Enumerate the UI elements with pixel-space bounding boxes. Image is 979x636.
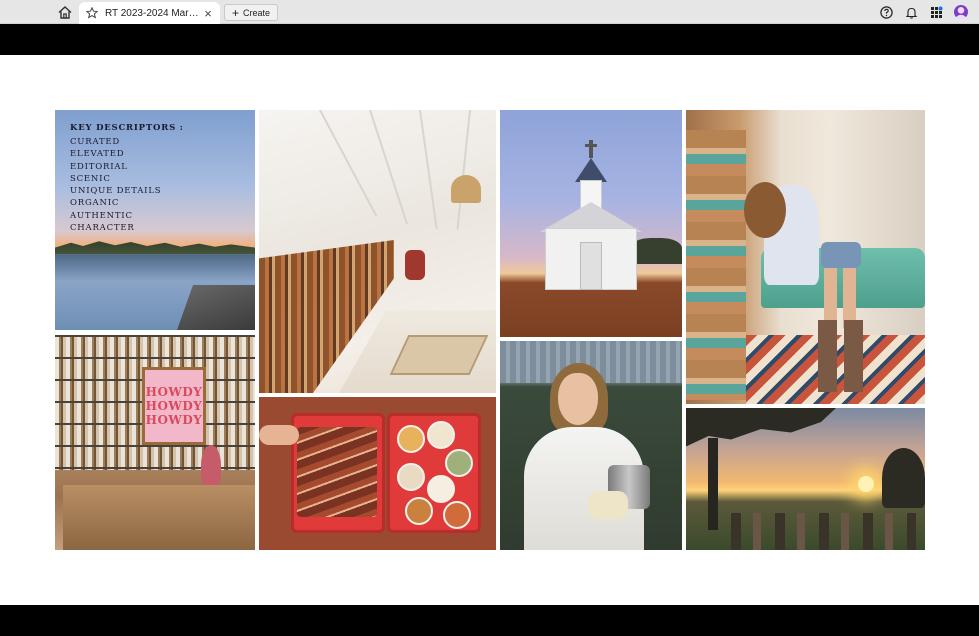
dock-shape xyxy=(177,285,255,330)
photo-boutique xyxy=(686,110,925,404)
wood-table xyxy=(63,485,255,550)
side-bowl xyxy=(405,497,433,525)
shopper-legs xyxy=(824,268,856,328)
key-descriptors: KEY DESCRIPTORS : CURATED ELEVATED EDITO… xyxy=(70,123,184,234)
shopper-hair xyxy=(744,182,786,238)
close-icon[interactable]: × xyxy=(202,7,214,20)
descriptor-item: CURATED xyxy=(70,137,121,147)
star-icon[interactable] xyxy=(85,6,99,20)
side-bowl xyxy=(427,475,455,503)
side-bowl xyxy=(445,449,473,477)
beekeeper-face xyxy=(558,373,598,425)
side-bowl xyxy=(443,501,471,529)
poster-line: HOWDY xyxy=(145,399,203,413)
ceiling-beam xyxy=(319,110,378,217)
moodboard-slide: KEY DESCRIPTORS : CURATED ELEVATED EDITO… xyxy=(0,55,979,605)
descriptor-item: UNIQUE DETAILS xyxy=(70,186,162,197)
sun-shape xyxy=(858,476,874,492)
photo-boot-attic xyxy=(259,110,496,393)
seated-guests xyxy=(731,513,916,550)
ceiling-beam xyxy=(456,110,471,230)
tab-document[interactable]: RT 2023-2024 Marketi... × xyxy=(79,2,220,24)
photo-beekeeper xyxy=(500,341,682,550)
photo-chapel xyxy=(500,110,682,337)
chapel-door xyxy=(580,242,602,290)
howdy-poster: HOWDY HOWDY HOWDY xyxy=(142,367,206,445)
pendant-lamp xyxy=(451,175,481,203)
flower-vase xyxy=(201,445,221,485)
ceiling-beam xyxy=(369,110,409,225)
cross-shape xyxy=(585,140,597,158)
descriptor-item: ORGANIC xyxy=(70,198,120,209)
home-icon xyxy=(58,5,72,19)
descriptor-item: CHARACTER xyxy=(70,223,135,234)
hand-shape xyxy=(259,425,299,445)
browser-toolbar: RT 2023-2024 Marketi... × + Create xyxy=(0,0,979,24)
bell-icon[interactable] xyxy=(903,4,919,20)
descriptor-item: ELEVATED xyxy=(70,149,125,160)
photo-sunset-gathering xyxy=(686,408,925,550)
ceiling-beam xyxy=(419,110,438,229)
create-button-label: Create xyxy=(243,7,271,18)
photo-howdy-interior: HOWDY HOWDY HOWDY xyxy=(55,335,255,550)
bee-glove xyxy=(588,491,628,519)
plus-icon: + xyxy=(232,5,240,20)
boots-wall xyxy=(686,130,746,400)
home-button[interactable] xyxy=(55,3,75,21)
red-chair xyxy=(405,250,425,280)
side-bowl xyxy=(397,463,425,491)
descriptors-heading: KEY DESCRIPTORS : xyxy=(70,123,184,133)
apps-grid-icon[interactable] xyxy=(928,4,944,20)
help-icon[interactable] xyxy=(878,4,894,20)
letterbox-top xyxy=(0,24,979,55)
tab-title: RT 2023-2024 Marketi... xyxy=(105,7,201,19)
poster-line: HOWDY xyxy=(145,385,203,399)
toolbar-right-icons xyxy=(878,4,969,20)
tree-right xyxy=(882,448,925,508)
side-bowl xyxy=(397,425,425,453)
descriptor-item: EDITORIAL xyxy=(70,161,128,172)
trees-shape xyxy=(630,238,682,264)
oak-trunk xyxy=(708,438,718,530)
side-bowl xyxy=(427,421,455,449)
treeline-shape xyxy=(55,241,255,254)
shopper-shorts xyxy=(821,242,861,268)
descriptor-item: SCENIC xyxy=(70,173,111,184)
shopper-boots xyxy=(818,320,863,392)
photo-bbq-trays xyxy=(259,397,496,550)
bbq-meat xyxy=(297,427,377,517)
photo-lake-sunset: KEY DESCRIPTORS : CURATED ELEVATED EDITO… xyxy=(55,110,255,330)
avatar-image xyxy=(954,5,968,19)
avatar[interactable] xyxy=(953,4,969,20)
poster-line: HOWDY xyxy=(145,413,203,427)
descriptor-item: AUTHENTIC xyxy=(70,210,133,221)
letterbox-bottom xyxy=(0,605,979,636)
spire-shape xyxy=(575,158,607,182)
create-button[interactable]: + Create xyxy=(224,4,279,21)
